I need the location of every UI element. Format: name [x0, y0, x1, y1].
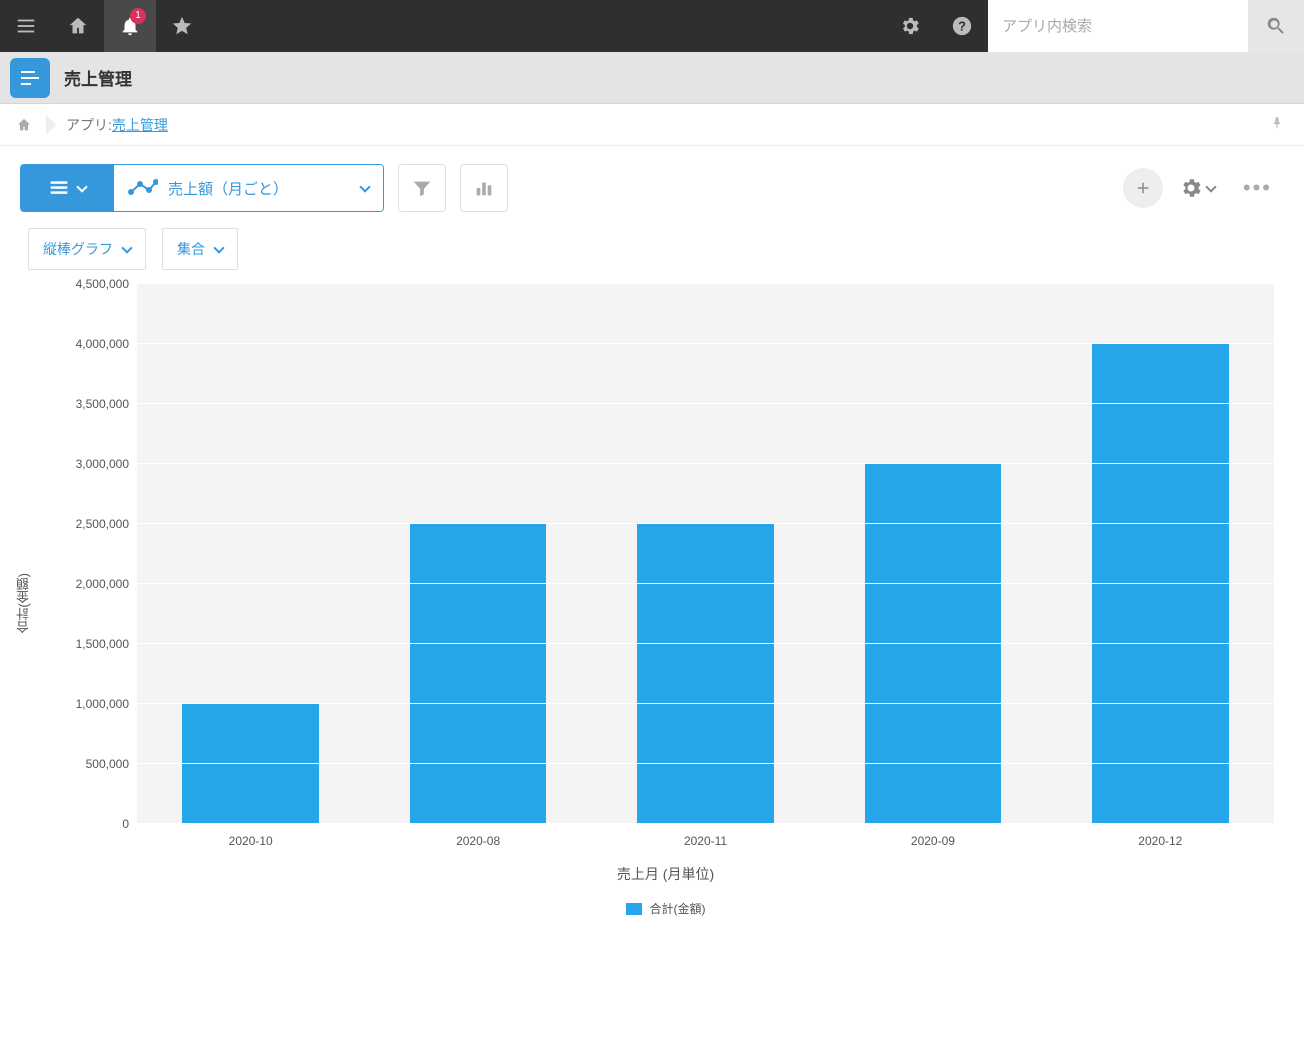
star-icon[interactable] — [156, 0, 208, 52]
chart-options-row: 縦棒グラフ 集合 — [0, 222, 1304, 284]
pin-icon[interactable] — [1270, 116, 1284, 133]
chevron-down-icon — [76, 181, 87, 192]
grid-line — [137, 403, 1274, 404]
group-type-dropdown[interactable]: 集合 — [162, 228, 238, 270]
view-list-button[interactable] — [21, 165, 113, 211]
app-settings-button[interactable] — [1171, 176, 1223, 200]
chart-type-dropdown[interactable]: 縦棒グラフ — [28, 228, 146, 270]
breadcrumb-separator-icon — [46, 115, 56, 135]
grid-line — [137, 643, 1274, 644]
notification-badge: 1 — [130, 8, 146, 24]
grid-line — [137, 283, 1274, 284]
filter-button[interactable] — [398, 164, 446, 212]
x-tick-label: 2020-12 — [1047, 824, 1274, 848]
breadcrumb: アプリ: 売上管理 — [0, 104, 1304, 146]
search-input[interactable] — [988, 0, 1248, 52]
y-tick-label: 500,000 — [47, 757, 137, 771]
notifications-icon[interactable]: 1 — [104, 0, 156, 52]
chevron-down-icon — [1205, 181, 1216, 192]
search-button[interactable] — [1248, 0, 1304, 52]
legend-swatch — [626, 903, 642, 915]
y-tick-label: 2,000,000 — [47, 577, 137, 591]
more-menu-button[interactable]: ••• — [1231, 175, 1284, 201]
search-box — [988, 0, 1304, 52]
bar-slot — [1047, 284, 1274, 824]
y-tick-label: 1,000,000 — [47, 697, 137, 711]
grid-line — [137, 523, 1274, 524]
chart-plot: 0500,0001,000,0001,500,0002,000,0002,500… — [137, 284, 1274, 824]
home-icon[interactable] — [52, 0, 104, 52]
chart-bar[interactable] — [637, 524, 773, 824]
bar-slot — [592, 284, 819, 824]
grid-line — [137, 583, 1274, 584]
x-tick-label: 2020-10 — [137, 824, 364, 848]
view-switch: 売上額（月ごと） — [20, 164, 384, 212]
add-record-button[interactable] — [1123, 168, 1163, 208]
bar-slot — [364, 284, 591, 824]
chart-bar[interactable] — [1092, 344, 1228, 824]
y-tick-label: 0 — [47, 817, 137, 831]
header-left-icons: 1 — [0, 0, 208, 52]
y-axis-label: 合計(金額) — [10, 573, 37, 634]
chart-legend: 合計(金額) — [37, 894, 1294, 923]
y-tick-label: 2,500,000 — [47, 517, 137, 531]
breadcrumb-prefix: アプリ: — [66, 115, 112, 135]
app-icon — [10, 58, 50, 98]
grid-line — [137, 463, 1274, 464]
menu-icon[interactable] — [0, 0, 52, 52]
settings-icon[interactable] — [884, 0, 936, 52]
global-header: 1 ? — [0, 0, 1304, 52]
bar-slot — [819, 284, 1046, 824]
y-tick-label: 4,500,000 — [47, 277, 137, 291]
view-toolbar: 売上額（月ごと） ••• — [0, 146, 1304, 222]
chevron-down-icon — [359, 181, 370, 192]
app-title-bar: 売上管理 — [0, 52, 1304, 104]
help-icon[interactable]: ? — [936, 0, 988, 52]
chevron-down-icon — [213, 242, 224, 253]
x-axis: 2020-102020-082020-112020-092020-12 — [137, 824, 1274, 848]
chart-bar[interactable] — [182, 704, 318, 824]
grid-line — [137, 703, 1274, 704]
group-type-label: 集合 — [177, 239, 205, 259]
grid-line — [137, 343, 1274, 344]
svg-text:?: ? — [958, 19, 966, 34]
chart-type-button[interactable] — [460, 164, 508, 212]
chart-bar[interactable] — [865, 464, 1001, 824]
legend-label: 合計(金額) — [650, 900, 706, 917]
chevron-down-icon — [121, 242, 132, 253]
chart-select-label: 売上額（月ごと） — [168, 178, 351, 199]
grid-line — [137, 763, 1274, 764]
y-tick-label: 1,500,000 — [47, 637, 137, 651]
bar-slot — [137, 284, 364, 824]
chart-container: 合計(金額) 0500,0001,000,0001,500,0002,000,0… — [0, 284, 1304, 933]
x-tick-label: 2020-09 — [819, 824, 1046, 848]
y-tick-label: 4,000,000 — [47, 337, 137, 351]
y-tick-label: 3,000,000 — [47, 457, 137, 471]
y-tick-label: 3,500,000 — [47, 397, 137, 411]
breadcrumb-home-icon[interactable] — [10, 111, 38, 139]
x-tick-label: 2020-11 — [592, 824, 819, 848]
breadcrumb-app-link[interactable]: 売上管理 — [112, 115, 168, 135]
chart-select[interactable]: 売上額（月ごと） — [113, 165, 383, 211]
x-tick-label: 2020-08 — [364, 824, 591, 848]
chart-type-label: 縦棒グラフ — [43, 239, 113, 259]
chart-bar[interactable] — [410, 524, 546, 824]
grid-line — [137, 823, 1274, 824]
app-title: 売上管理 — [64, 65, 132, 90]
x-axis-label: 売上月 (月単位) — [37, 848, 1294, 894]
